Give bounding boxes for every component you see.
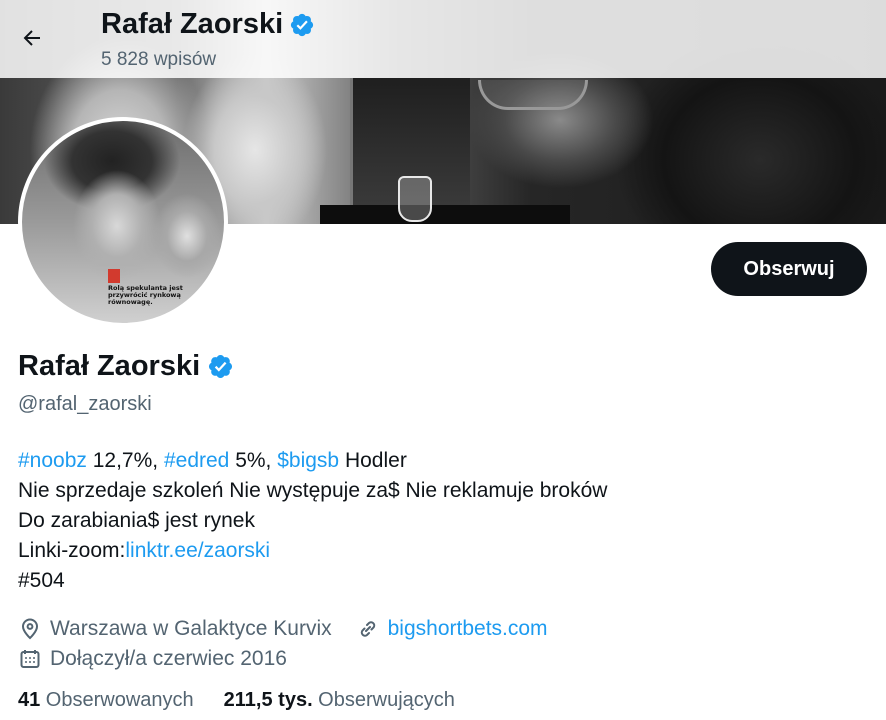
bio-line-3: Do zarabiania$ jest rynek — [18, 509, 255, 532]
avatar[interactable]: Rolą spekulanta jest przywrócić rynkową … — [18, 117, 228, 327]
hashtag-link[interactable]: #noobz — [18, 449, 87, 472]
website-item[interactable]: bigshortbets.com — [356, 617, 548, 641]
bio-line-5: #504 — [18, 569, 65, 592]
followers-link[interactable]: 211,5 tys. Obserwujących — [224, 689, 455, 712]
profile-bio: #noobz 12,7%, #edred 5%, $bigsb Hodler N… — [18, 446, 607, 596]
avatar-quote: Rolą spekulanta jest przywrócić rynkową … — [108, 284, 183, 306]
meta-row-2: Dołączył/a czerwiec 2016 — [18, 644, 572, 674]
profile-name-text: Rafał Zaorski — [18, 350, 201, 382]
quote-mark-shape — [108, 269, 120, 283]
cashtag-link[interactable]: $bigsb — [277, 449, 339, 472]
following-link[interactable]: 41 Obserwowanych — [18, 689, 194, 712]
banner-lamp-shape — [478, 80, 588, 110]
verified-badge-icon — [291, 13, 314, 36]
joined-item: Dołączył/a czerwiec 2016 — [18, 647, 287, 671]
banner-glass-shape — [398, 176, 432, 222]
header-name-text: Rafał Zaorski — [101, 8, 284, 40]
link-icon — [360, 621, 375, 637]
bio-line-1: #noobz 12,7%, #edred 5%, $bigsb Hodler — [18, 446, 607, 476]
bio-text: Linki-zoom: — [18, 539, 126, 562]
back-button[interactable] — [14, 20, 50, 56]
location-text: Warszawa w Galaktyce Kurvix — [50, 617, 332, 640]
map-pin-icon — [21, 618, 39, 640]
post-count: 5 828 wpisów — [101, 49, 217, 70]
bio-text: 5%, — [229, 449, 278, 472]
joined-text: Dołączył/a czerwiec 2016 — [50, 647, 287, 670]
bio-text: Hodler — [339, 449, 407, 472]
meta-row-1: Warszawa w Galaktyce Kurvix bigshortbets… — [18, 614, 572, 644]
calendar-icon — [20, 650, 40, 668]
following-label: Obserwowanych — [40, 689, 194, 711]
followers-label: Obserwujących — [312, 689, 455, 711]
profile-header-bar: Rafał Zaorski 5 828 wpisów — [0, 0, 886, 78]
verified-badge-icon[interactable] — [207, 353, 234, 380]
bio-line-2: Nie sprzedaje szkoleń Nie występuje za$ … — [18, 479, 608, 502]
profile-name: Rafał Zaorski — [18, 350, 234, 383]
arrow-left-icon — [23, 30, 40, 46]
followers-count: 211,5 tys. — [223, 689, 313, 711]
bio-text: 12,7%, — [86, 449, 164, 472]
banner-table-shape — [320, 205, 570, 224]
profile-handle: @rafal_zaorski — [18, 393, 152, 415]
bio-line-4: Linki-zoom:linktr.ee/zaorski — [18, 536, 607, 566]
website-link[interactable]: bigshortbets.com — [388, 617, 548, 641]
header-title: Rafał Zaorski — [101, 8, 315, 41]
follow-button[interactable]: Obserwuj — [711, 242, 867, 296]
following-count: 41 — [18, 689, 41, 711]
profile-meta: Warszawa w Galaktyce Kurvix bigshortbets… — [18, 614, 572, 674]
hashtag-link[interactable]: #edred — [164, 449, 229, 472]
bio-link[interactable]: linktr.ee/zaorski — [125, 539, 270, 562]
location-item: Warszawa w Galaktyce Kurvix — [18, 617, 332, 641]
follow-stats: 41 Obserwowanych 211,5 tys. Obserwującyc… — [18, 689, 455, 712]
